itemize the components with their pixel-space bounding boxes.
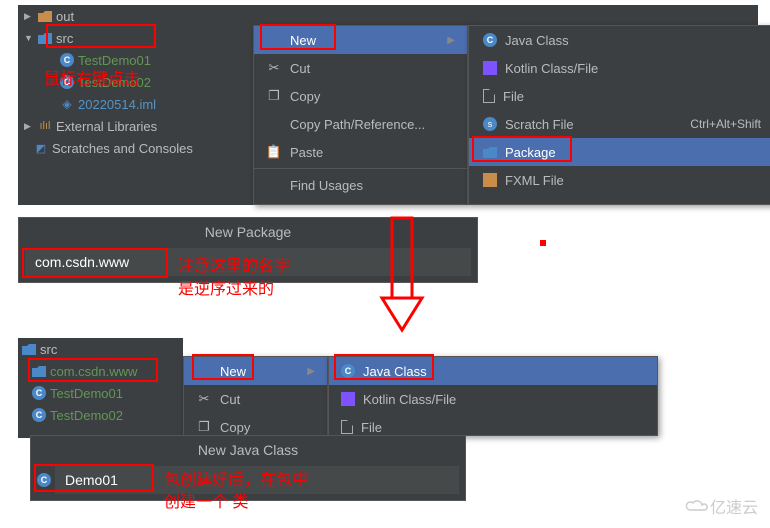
tree-row-pkg[interactable]: com.csdn.www xyxy=(18,360,183,382)
submenu-arrow-icon: ▶ xyxy=(447,35,455,46)
submenu-kotlin[interactable]: Kotlin Class/File xyxy=(329,385,657,413)
menu-label: File xyxy=(503,89,524,104)
menu-paste[interactable]: 📋 Paste xyxy=(254,138,467,166)
tree-label: Scratches and Consoles xyxy=(52,141,193,156)
package-icon xyxy=(483,147,497,158)
arrow-down-icon xyxy=(378,216,426,334)
menu-label: Package xyxy=(505,145,556,160)
folder-icon xyxy=(38,33,52,44)
tree-row-out[interactable]: ▶ out xyxy=(18,5,253,27)
fxml-icon xyxy=(483,173,497,187)
new-submenu-3: C Java Class Kotlin Class/File File xyxy=(328,356,658,436)
tree-label: com.csdn.www xyxy=(50,364,137,379)
menu-label: Copy xyxy=(220,420,250,435)
submenu-scratchfile[interactable]: s Scratch File Ctrl+Alt+Shift xyxy=(469,110,770,138)
scratchfile-icon: s xyxy=(483,117,497,131)
file-icon xyxy=(483,89,495,103)
separator xyxy=(254,168,467,169)
kotlin-icon xyxy=(341,392,355,406)
submenu-package[interactable]: Package xyxy=(469,138,770,166)
folder-icon xyxy=(22,344,36,355)
menu-label: FXML File xyxy=(505,173,564,188)
tree-label: 20220514.iml xyxy=(78,97,156,112)
library-icon: ılıl xyxy=(38,119,52,133)
submenu-kotlin[interactable]: Kotlin Class/File xyxy=(469,54,770,82)
menu-label: Java Class xyxy=(363,364,427,379)
class-icon: C xyxy=(32,408,46,422)
tree-row-src[interactable]: ▼ src xyxy=(18,27,253,49)
copy-icon: ❐ xyxy=(266,88,282,104)
file-icon xyxy=(341,420,353,434)
annotation-class2: 创建一个 类 xyxy=(164,488,248,512)
package-icon xyxy=(32,366,46,377)
tree-label: TestDemo02 xyxy=(50,408,123,423)
annotation-rightclick: 鼠标右键点击 xyxy=(44,65,140,89)
copy-icon: ❐ xyxy=(196,419,212,435)
watermark: 亿速云 xyxy=(684,494,758,518)
class-icon: C xyxy=(483,33,497,47)
project-tree-3: src com.csdn.www C TestDemo01 C TestDemo… xyxy=(18,338,183,438)
paste-icon: 📋 xyxy=(266,144,282,160)
tree-row-iml[interactable]: ◈ 20220514.iml xyxy=(18,93,253,115)
tree-row-testdemo01[interactable]: C TestDemo01 xyxy=(18,382,183,404)
annotation-pkg1: 注意这里的名字 xyxy=(178,252,290,276)
folder-icon xyxy=(38,11,52,22)
menu-new[interactable]: New ▶ xyxy=(184,357,327,385)
tree-label: out xyxy=(56,9,74,24)
menu-copypath[interactable]: Copy Path/Reference... xyxy=(254,110,467,138)
tree-label: TestDemo01 xyxy=(50,386,123,401)
menu-label: Copy Path/Reference... xyxy=(290,117,425,132)
submenu-javaclass[interactable]: C Java Class xyxy=(469,26,770,54)
menu-label: Copy xyxy=(290,89,320,104)
tree-label: src xyxy=(56,31,73,46)
submenu-arrow-icon: ▶ xyxy=(307,366,315,377)
tree-row-scratches[interactable]: ◩ Scratches and Consoles xyxy=(18,137,253,159)
project-tree-1: ▶ out ▼ src C TestDemo01 C TestDemo02 ◈ … xyxy=(18,5,253,205)
class-icon: C xyxy=(341,364,355,378)
chevron-right-icon: ▶ xyxy=(24,121,34,132)
menu-label: Paste xyxy=(290,145,323,160)
class-icon: C xyxy=(37,473,51,487)
menu-copy[interactable]: ❐ Copy xyxy=(254,82,467,110)
menu-label: Kotlin Class/File xyxy=(505,61,598,76)
submenu-file[interactable]: File xyxy=(469,82,770,110)
iml-icon: ◈ xyxy=(60,97,74,111)
cut-icon: ✂ xyxy=(266,60,282,76)
new-submenu-1: C Java Class Kotlin Class/File File s Sc… xyxy=(468,25,770,205)
menu-label: Cut xyxy=(290,61,310,76)
kotlin-icon xyxy=(483,61,497,75)
menu-label: Scratch File xyxy=(505,117,574,132)
class-icon: C xyxy=(32,386,46,400)
red-dot xyxy=(540,240,546,246)
menu-label: New xyxy=(220,364,246,379)
menu-label: Cut xyxy=(220,392,240,407)
submenu-javaclass[interactable]: C Java Class xyxy=(329,357,657,385)
tree-row-extlib[interactable]: ▶ ılıl External Libraries xyxy=(18,115,253,137)
dialog-title: New Java Class xyxy=(31,436,465,464)
menu-cut[interactable]: ✂ Cut xyxy=(254,54,467,82)
menu-label: Java Class xyxy=(505,33,569,48)
menu-label: File xyxy=(361,420,382,435)
tree-label: External Libraries xyxy=(56,119,157,134)
menu-label: New xyxy=(290,33,316,48)
chevron-right-icon: ▶ xyxy=(24,11,34,22)
menu-new[interactable]: New ▶ xyxy=(254,26,467,54)
annotation-pkg2: 是逆序过来的 xyxy=(178,275,274,299)
submenu-fxml[interactable]: FXML File xyxy=(469,166,770,194)
menu-label: Kotlin Class/File xyxy=(363,392,456,407)
context-menu-1: New ▶ ✂ Cut ❐ Copy Copy Path/Reference..… xyxy=(253,25,468,205)
scratch-icon: ◩ xyxy=(34,141,48,155)
menu-label: Find Usages xyxy=(290,178,363,193)
context-menu-3: New ▶ ✂ Cut ❐ Copy xyxy=(183,356,328,436)
tree-row-testdemo02[interactable]: C TestDemo02 xyxy=(18,404,183,426)
annotation-class1: 包创建好后，在包中 xyxy=(164,466,308,490)
shortcut-label: Ctrl+Alt+Shift xyxy=(690,117,761,131)
cut-icon: ✂ xyxy=(196,391,212,407)
panel-1: ▶ out ▼ src C TestDemo01 C TestDemo02 ◈ … xyxy=(18,5,758,205)
tree-label: src xyxy=(40,342,57,357)
tree-row-src[interactable]: src xyxy=(18,338,183,360)
chevron-down-icon: ▼ xyxy=(24,33,34,43)
menu-findusages[interactable]: Find Usages xyxy=(254,171,467,199)
menu-cut[interactable]: ✂ Cut xyxy=(184,385,327,413)
